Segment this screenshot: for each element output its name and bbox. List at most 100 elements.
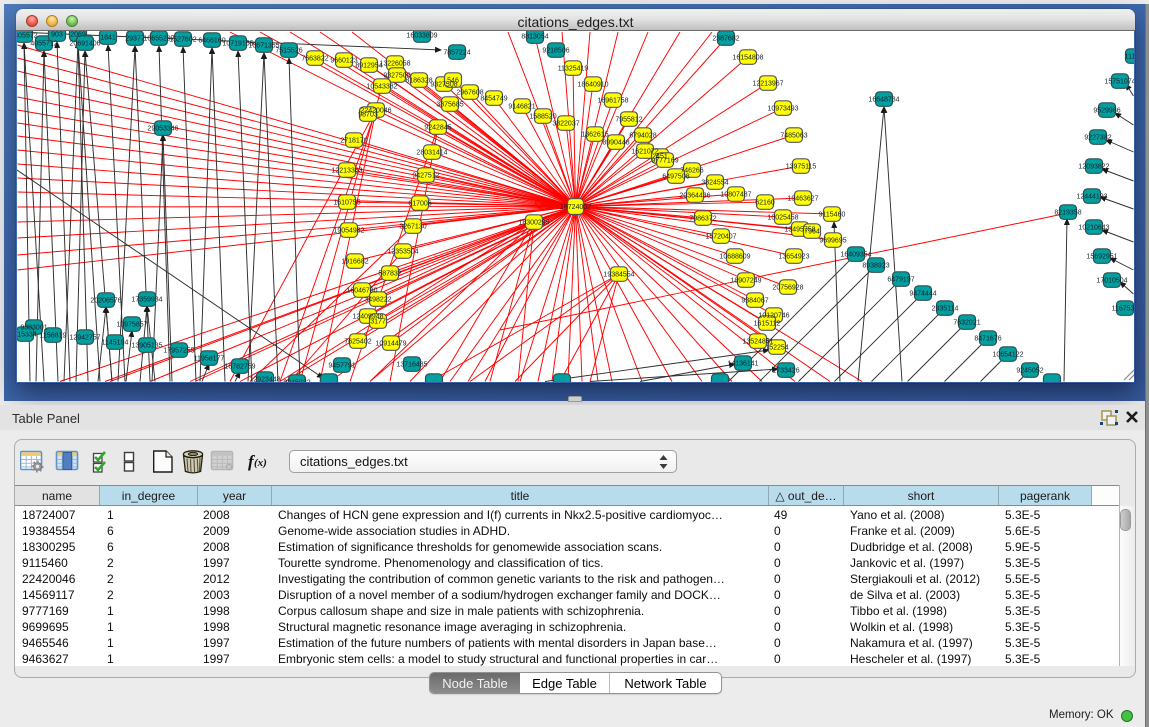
- svg-text:9384067: 9384067: [741, 298, 768, 305]
- svg-text:10543382: 10543382: [366, 84, 397, 91]
- svg-text:13975115: 13975115: [786, 164, 817, 171]
- svg-text:16782759: 16782759: [224, 364, 255, 371]
- svg-text:587832: 587832: [378, 271, 401, 278]
- svg-text:12353504: 12353504: [387, 249, 418, 256]
- svg-text:13226058: 13226058: [379, 61, 410, 68]
- svg-text:8471676: 8471676: [974, 336, 1001, 343]
- svg-text:9660123: 9660123: [330, 58, 357, 65]
- svg-text:11325419: 11325419: [558, 66, 589, 73]
- svg-text:1841: 1841: [100, 35, 116, 42]
- svg-text:546: 546: [447, 78, 459, 85]
- svg-text:8813054: 8813054: [521, 34, 548, 41]
- svg-text:9146821: 9146821: [508, 104, 535, 111]
- svg-text:20691406: 20691406: [69, 41, 100, 48]
- svg-text:1167534: 1167534: [1112, 306, 1134, 313]
- svg-text:2387682: 2387682: [712, 36, 739, 43]
- svg-text:8990448: 8990448: [602, 140, 629, 147]
- svg-text:7857224: 7857224: [443, 50, 470, 57]
- svg-text:8219358: 8219358: [1054, 210, 1081, 217]
- svg-text:10807487: 10807487: [720, 192, 751, 199]
- svg-text:1527602: 1527602: [169, 37, 196, 44]
- svg-text:10914479: 10914479: [375, 341, 406, 348]
- svg-text:9457791: 9457791: [328, 363, 355, 370]
- svg-text:1610755: 1610755: [333, 200, 360, 207]
- svg-text:7632021: 7632021: [953, 320, 980, 327]
- svg-text:16154808: 16154808: [732, 55, 763, 62]
- svg-text:9427512: 9427512: [412, 173, 439, 180]
- svg-text:18907249: 18907249: [730, 278, 761, 285]
- svg-text:903: 903: [51, 32, 63, 39]
- svg-text:6497508: 6497508: [662, 174, 689, 181]
- svg-text:8186328: 8186328: [405, 78, 432, 85]
- svg-text:17957255: 17957255: [163, 348, 194, 355]
- svg-text:7964: 7964: [804, 229, 820, 236]
- svg-text:28031414: 28031414: [416, 150, 447, 157]
- svg-text:9242845: 9242845: [424, 125, 451, 132]
- svg-text:13716485: 13716485: [396, 362, 427, 369]
- svg-text:20206576: 20206576: [90, 298, 121, 305]
- svg-text:13654923: 13654923: [778, 254, 809, 261]
- svg-text:19463627: 19463627: [787, 196, 818, 203]
- svg-text:3875685: 3875685: [436, 102, 463, 109]
- svg-text:617006: 617006: [408, 201, 431, 208]
- svg-text:3498222: 3498222: [364, 297, 391, 304]
- svg-text:8454749: 8454749: [480, 96, 507, 103]
- svg-text:10688609: 10688609: [719, 254, 750, 261]
- svg-text:9699695: 9699695: [819, 238, 846, 245]
- svg-text:2935114: 2935114: [932, 306, 959, 313]
- svg-text:98703: 98703: [358, 112, 378, 119]
- svg-text:3267130: 3267130: [399, 224, 426, 231]
- svg-text:9227382: 9227382: [1084, 135, 1111, 142]
- svg-text:29377: 29377: [125, 36, 145, 43]
- svg-text:1916682: 1916682: [341, 259, 368, 266]
- svg-text:19384554: 19384554: [603, 272, 634, 279]
- svg-text:1733426: 1733426: [772, 368, 799, 375]
- svg-text:11178: 11178: [1125, 54, 1134, 61]
- svg-text:17010504: 17010504: [1096, 278, 1127, 285]
- svg-text:1405572: 1405572: [17, 33, 38, 40]
- svg-text:7955812: 7955812: [615, 117, 642, 124]
- svg-text:15720407: 15720407: [705, 234, 736, 241]
- svg-text:915334: 915334: [17, 332, 37, 339]
- svg-text:18300295: 18300295: [518, 220, 549, 227]
- svg-text:14136141: 14136141: [727, 361, 758, 368]
- svg-text:6479197: 6479197: [887, 277, 914, 284]
- svg-text:1156819: 1156819: [40, 333, 67, 340]
- svg-text:9115460: 9115460: [819, 212, 846, 219]
- svg-text:10654122: 10654122: [992, 352, 1023, 359]
- svg-text:3822037: 3822037: [552, 121, 579, 128]
- svg-text:1145194: 1145194: [102, 340, 129, 347]
- svg-text:17359934: 17359934: [131, 297, 162, 304]
- svg-text:7986372: 7986372: [689, 216, 716, 223]
- svg-text:16409354: 16409354: [840, 252, 871, 259]
- svg-text:3177: 3177: [370, 319, 386, 326]
- svg-text:9529986: 9529986: [1093, 108, 1120, 115]
- svg-text:12213383: 12213383: [331, 168, 362, 175]
- svg-text:12444193: 12444193: [1076, 194, 1107, 201]
- svg-text:(x): (x): [254, 457, 267, 469]
- svg-text:7663822: 7663822: [301, 56, 328, 63]
- svg-text:11958177: 11958177: [194, 356, 225, 363]
- svg-text:20756928: 20756928: [772, 285, 803, 292]
- svg-text:20364436: 20364436: [679, 193, 710, 200]
- svg-text:16961758: 16961758: [597, 98, 628, 105]
- svg-text:7515526: 7515526: [275, 48, 302, 55]
- svg-text:9245032: 9245032: [283, 380, 310, 382]
- svg-text:10975857: 10975857: [116, 322, 147, 329]
- svg-text:1588520: 1588520: [529, 114, 556, 121]
- svg-text:15692951: 15692951: [1086, 254, 1117, 261]
- svg-text:9383001: 9383001: [20, 325, 47, 332]
- svg-text:18724007: 18724007: [560, 204, 591, 211]
- svg-text:2718170: 2718170: [340, 138, 367, 145]
- svg-text:10973493: 10973493: [767, 106, 798, 113]
- svg-text:12213967: 12213967: [752, 81, 783, 88]
- svg-text:29053346: 29053346: [147, 126, 178, 133]
- svg-text:4055712: 4055712: [30, 41, 57, 48]
- svg-text:62160: 62160: [755, 200, 775, 207]
- svg-text:13905135: 13905135: [131, 343, 162, 350]
- svg-text:16648784: 16648784: [868, 97, 899, 104]
- svg-text:9474444: 9474444: [909, 291, 936, 298]
- svg-text:15751074: 15751074: [1104, 79, 1134, 86]
- svg-text:9777169: 9777169: [651, 158, 678, 165]
- svg-text:7625402: 7625402: [344, 339, 371, 346]
